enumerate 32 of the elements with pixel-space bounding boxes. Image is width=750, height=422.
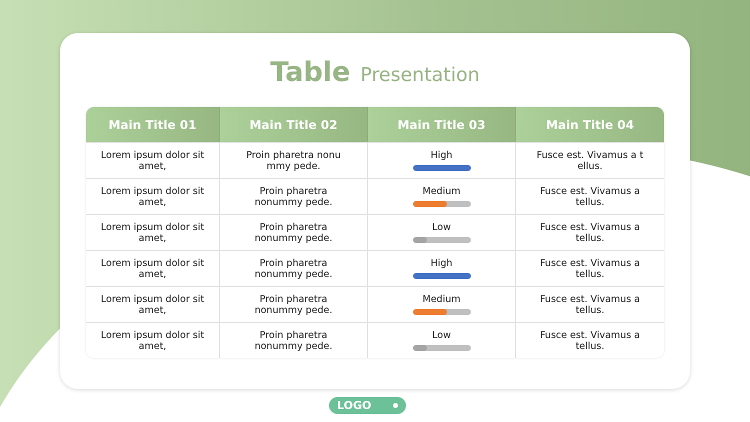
cell-text: Lorem ipsum dolor sit amet, — [100, 294, 204, 316]
cell-text: Proin pharetra nonummy pede. — [254, 222, 332, 244]
column-header: Main Title 01 — [86, 107, 219, 142]
cell-text: Fusce est. Vivamus a t ellus. — [536, 150, 644, 172]
cell-text: Fusce est. Vivamus a tellus. — [540, 330, 640, 352]
cell-text: Fusce est. Vivamus a tellus. — [540, 294, 640, 316]
cell-text: Lorem ipsum dolor sit amet, — [100, 258, 204, 280]
cell-text: Proin pharetra nonummy pede. — [254, 330, 332, 352]
status-label: Low — [432, 222, 451, 233]
status-label: High — [430, 150, 452, 161]
cell-text: Lorem ipsum dolor sit amet, — [100, 150, 204, 172]
cell-text: Lorem ipsum dolor sit amet, — [100, 330, 204, 352]
status-label: Medium — [422, 186, 460, 197]
cell-text: Fusce est. Vivamus a tellus. — [540, 222, 640, 244]
cell-text: Proin pharetra nonummy pede. — [254, 258, 332, 280]
cell-text: Lorem ipsum dolor sit amet, — [100, 222, 204, 244]
subtitle-text: Presentation — [360, 64, 480, 86]
title-text: Table — [270, 57, 350, 88]
cell-text: Fusce est. Vivamus a tellus. — [540, 258, 640, 280]
column-header: Main Title 04 — [515, 107, 664, 142]
cell-text: Proin pharetra nonummy pede. — [254, 294, 332, 316]
column-header: Main Title 03 — [367, 107, 515, 142]
logo-text: LOGO — [337, 399, 372, 412]
status-label: Medium — [422, 294, 460, 305]
status-label: High — [430, 258, 452, 269]
cell-text: Proin pharetra nonummy pede. — [254, 186, 332, 208]
cell-text: Proin pharetra nonu mmy pede. — [246, 150, 341, 172]
status-label: Low — [432, 330, 451, 341]
cell-text: Fusce est. Vivamus a tellus. — [540, 186, 640, 208]
column-header: Main Title 02 — [219, 107, 367, 142]
cell-text: Lorem ipsum dolor sit amet, — [100, 186, 204, 208]
dot-icon — [393, 403, 398, 408]
